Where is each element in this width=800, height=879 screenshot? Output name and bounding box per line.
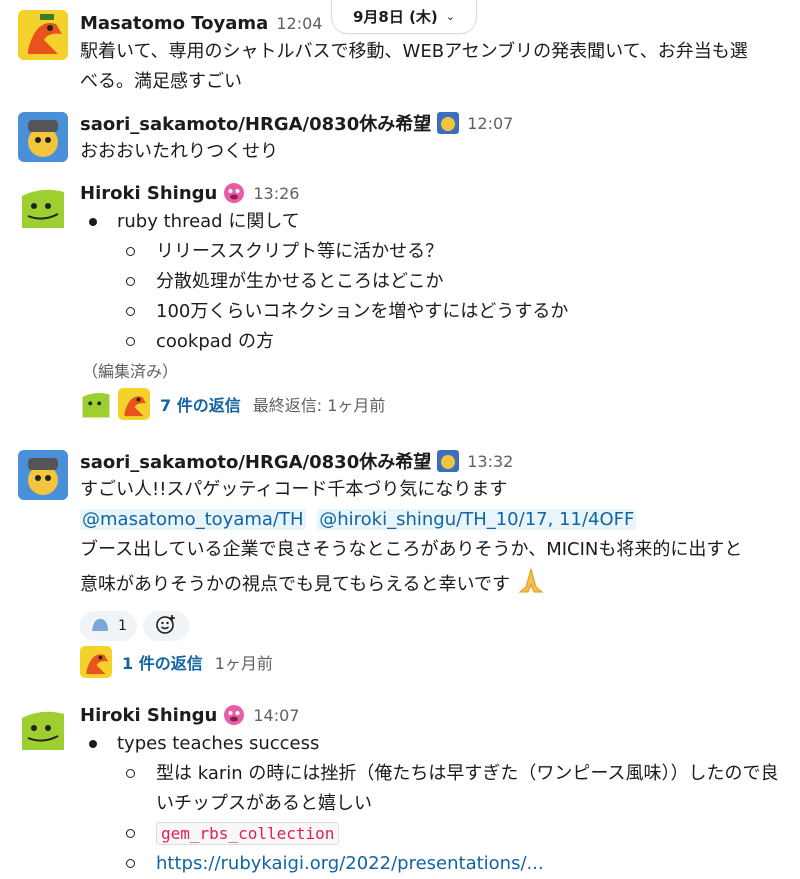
author-name[interactable]: saori_sakamoto/HRGA/0830休み希望 [80, 110, 431, 136]
list-item: 型は karin の時には挫折（俺たちは早すぎた（ワンピース風味））したので良い… [80, 759, 792, 819]
list-item: リリーススクリプト等に活かせる？ [80, 237, 792, 267]
list-item: 分散処理が生かせるところはどこか [80, 267, 792, 297]
heart-eyes-emoji-icon [223, 182, 245, 204]
edited-label: （編集済み） [82, 362, 179, 381]
timestamp[interactable]: 12:07 [467, 114, 513, 133]
thread-summary[interactable]: 7 件の返信 最終返信: 1ヶ月前 [80, 387, 792, 421]
thread-last-reply: 最終返信: 1ヶ月前 [252, 396, 386, 415]
heart-eyes-emoji-icon [223, 704, 245, 726]
author-name[interactable]: saori_sakamoto/HRGA/0830休み希望 [80, 448, 431, 474]
avatar-hiroki[interactable] [18, 704, 68, 754]
wave-reaction-icon [90, 615, 110, 637]
status-emoji-icon [437, 450, 460, 472]
add-reaction-icon [155, 613, 177, 639]
wave-reaction[interactable]: 1 [80, 611, 137, 641]
date-divider-label: 9月8日 (木) [352, 8, 438, 26]
author-name[interactable]: Hiroki Shingu [80, 183, 217, 204]
message-text-line: 駅着いて、専用のシャトルバスで移動、WEBアセンブリの発表聞いて、お弁当も選 [80, 41, 748, 62]
status-emoji-icon [437, 112, 460, 134]
author-name[interactable]: Masatomo Toyama [80, 13, 268, 34]
avatar-saori[interactable] [18, 112, 68, 162]
pray-emoji-icon [516, 565, 546, 605]
list-item: ruby thread に関して [80, 207, 792, 237]
reaction-count: 1 [118, 618, 127, 634]
list-item: types teaches success [80, 729, 792, 759]
message-text: おおおいたれりつくせり [80, 141, 279, 162]
message-text-line: すごい人!!スパゲッティコード千本づり気になります [80, 479, 508, 500]
timestamp[interactable]: 12:04 [276, 14, 322, 33]
list-item: https://rubykaigi.org/2022/presentations… [80, 849, 792, 879]
list-item: 100万くらいコネクションを増やすにはどうするか [80, 297, 792, 327]
thread-participant-avatar [80, 646, 112, 678]
timestamp[interactable]: 14:07 [253, 706, 299, 725]
avatar-saori[interactable] [18, 450, 68, 500]
message-text-line: べる。満足感すごい [80, 71, 242, 92]
chevron-down-icon: ⌄ [445, 10, 456, 23]
author-name[interactable]: Hiroki Shingu [80, 705, 217, 726]
thread-replies-link[interactable]: 1 件の返信 [122, 650, 203, 674]
thread-participant-avatar [80, 388, 112, 420]
inline-code: gem_rbs_collection [156, 822, 340, 845]
thread-participant-avatar [118, 388, 150, 420]
user-mention[interactable]: @masatomo_toyama/TH [80, 509, 306, 530]
avatar-hiroki[interactable] [18, 182, 68, 232]
list-item: cookpad の方 [80, 327, 792, 357]
thread-replies-link[interactable]: 7 件の返信 [160, 392, 241, 416]
url-link[interactable]: https://rubykaigi.org/2022/presentations… [156, 853, 544, 874]
user-mention[interactable]: @hiroki_shingu/TH_10/17, 11/4OFF [317, 509, 637, 530]
add-reaction-button[interactable] [142, 611, 189, 641]
timestamp[interactable]: 13:26 [253, 184, 299, 203]
avatar-masatomo[interactable] [18, 10, 68, 60]
date-divider-button[interactable]: 9月8日 (木) ⌄ [331, 0, 477, 34]
timestamp[interactable]: 13:32 [467, 452, 513, 471]
message-text-line: ブース出している企業で良さそうなところがありそうか、MICINも将来的に出すと [80, 539, 743, 560]
thread-last-reply: 1ヶ月前 [214, 654, 273, 673]
list-item: gem_rbs_collection [80, 819, 792, 849]
message-text-line: 意味がありそうかの視点でも見てもらえると幸いです [80, 574, 511, 595]
thread-summary[interactable]: 1 件の返信 1ヶ月前 [80, 645, 792, 679]
